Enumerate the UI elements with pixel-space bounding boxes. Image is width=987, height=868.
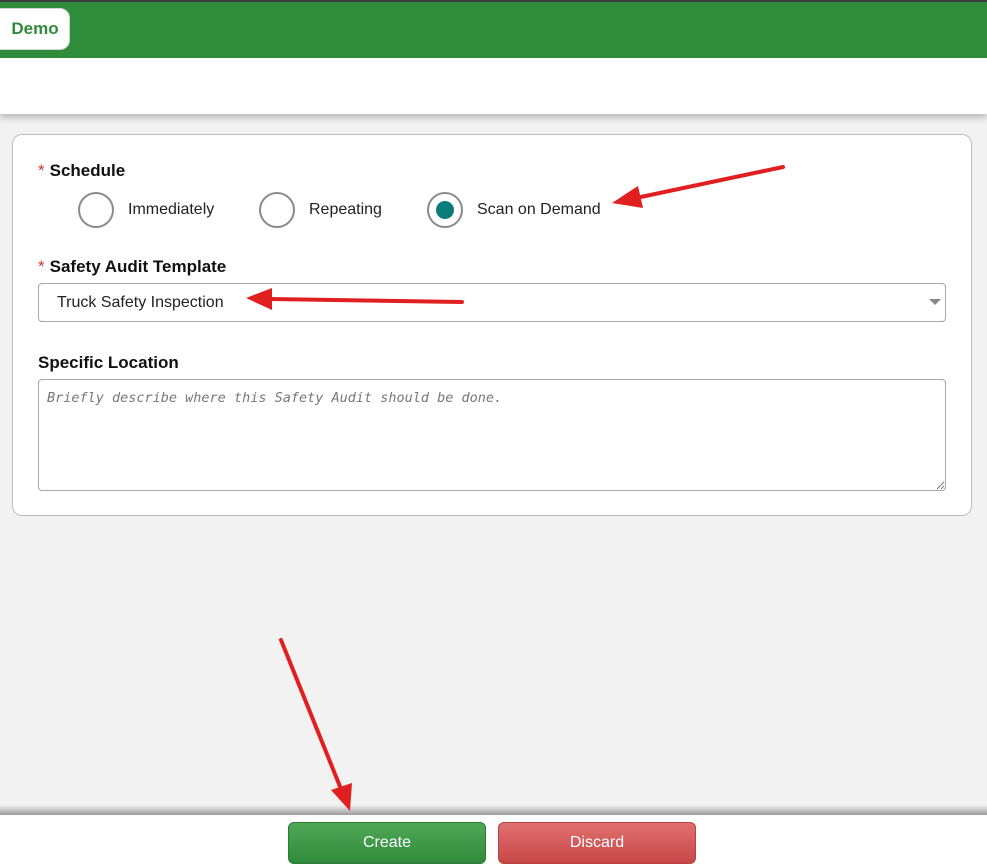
safety-audit-form: * Schedule Immediately Repeating Scan on … — [12, 134, 972, 516]
template-label: * Safety Audit Template — [38, 257, 227, 276]
top-bar: Demo — [0, 0, 987, 58]
create-button[interactable]: Create — [288, 822, 486, 864]
location-label: Specific Location — [38, 353, 179, 372]
radio-scan-on-demand-label[interactable]: Scan on Demand — [477, 201, 601, 219]
footer-bar: Create Discard — [0, 815, 987, 868]
schedule-label: * Schedule — [38, 161, 126, 180]
radio-immediately-circle[interactable] — [78, 192, 114, 228]
required-mark: * — [38, 257, 45, 276]
location-textarea[interactable] — [38, 379, 946, 491]
required-mark: * — [38, 161, 45, 180]
template-select[interactable]: Truck Safety Inspection — [38, 283, 946, 322]
radio-scan-on-demand-circle[interactable] — [427, 192, 463, 228]
radio-repeating-label[interactable]: Repeating — [309, 201, 382, 219]
radio-immediately-label[interactable]: Immediately — [128, 201, 214, 219]
footer-shadow — [0, 805, 987, 815]
template-select-value: Truck Safety Inspection — [57, 294, 224, 311]
radio-immediately[interactable]: Immediately — [78, 192, 214, 228]
caret-down-icon — [929, 299, 941, 305]
demo-tab[interactable]: Demo — [0, 8, 70, 50]
radio-scan-on-demand[interactable]: Scan on Demand — [427, 192, 601, 228]
sub-header — [0, 58, 987, 114]
discard-button[interactable]: Discard — [498, 822, 696, 864]
annotation-arrow-create — [279, 638, 352, 811]
radio-repeating-circle[interactable] — [259, 192, 295, 228]
radio-repeating[interactable]: Repeating — [259, 192, 382, 228]
